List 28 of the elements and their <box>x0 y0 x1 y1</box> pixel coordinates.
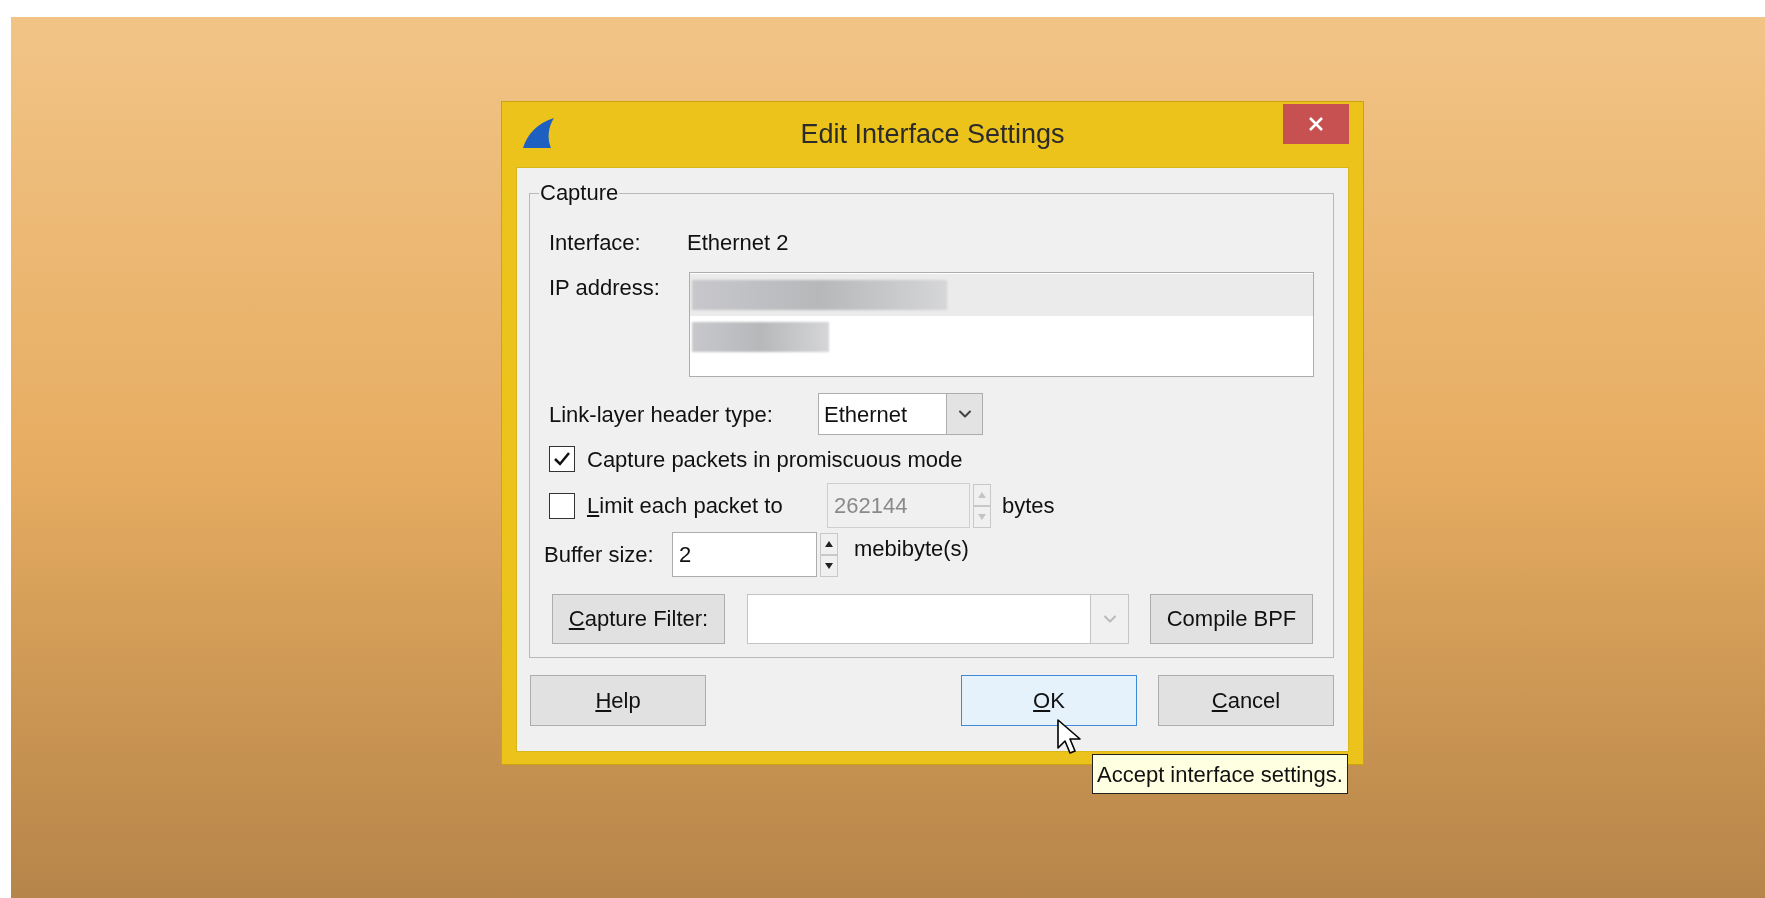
dialog-button[interactable]: Help <box>530 675 706 726</box>
capture-filter-button[interactable]: Capture Filter: <box>552 593 725 644</box>
address-list[interactable] <box>689 272 1314 377</box>
group-title: Capture <box>539 180 620 206</box>
list-row[interactable] <box>690 274 1313 316</box>
checkmark-icon <box>553 451 571 467</box>
fin-icon <box>521 117 555 150</box>
dialog-button[interactable]: Cancel <box>1158 675 1334 726</box>
buffer-size-field[interactable]: 2 <box>672 532 817 577</box>
dialog-button[interactable]: OK <box>961 675 1137 726</box>
field-label: Link-layer header type: <box>549 400 774 429</box>
checkbox[interactable] <box>549 446 575 472</box>
tooltip: Accept interface settings. <box>1092 754 1348 794</box>
field-label: IP address: <box>549 274 661 302</box>
compile-button[interactable]: Compile BPF <box>1150 593 1313 644</box>
field-label: Buffer size: <box>544 541 655 569</box>
field-label: Interface: <box>549 228 642 257</box>
close-button[interactable] <box>1283 104 1349 144</box>
unit-label: mebibyte(s) <box>854 535 969 563</box>
pointer-cursor-icon <box>1057 719 1083 757</box>
interface-value: Ethernet 2 <box>687 228 789 257</box>
window-title: Edit Interface Settings <box>800 118 1065 152</box>
unit-label: bytes <box>1002 492 1055 520</box>
checkbox-label[interactable]: Capture packets in promiscuous mode <box>587 442 963 476</box>
spin-arrows-icon[interactable] <box>820 532 838 577</box>
filter-combo-field[interactable] <box>747 593 1129 644</box>
link-type-dropdown[interactable]: Ethernet <box>818 393 983 435</box>
close-icon <box>1308 116 1324 132</box>
